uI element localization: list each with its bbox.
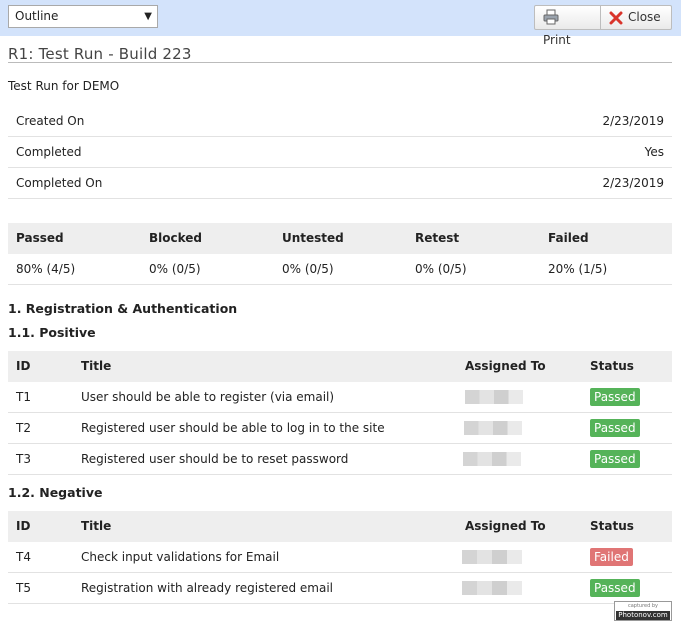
summary-values: 80% (4/5) 0% (0/5) 0% (0/5) 0% (0/5) 20%… [8,254,672,285]
page-title: R1: Test Run - Build 223 [8,45,192,63]
title-divider [8,62,672,63]
view-select-value: Outline [15,9,59,23]
run-description: Test Run for DEMO [8,79,120,93]
print-label: Print [543,33,571,47]
tests-header: ID Title Assigned To Status [8,511,672,542]
assignee-redacted [462,550,522,564]
test-title[interactable]: Registered user should be to reset passw… [81,452,348,466]
summary-value-failed: 20% (1/5) [548,262,608,276]
test-row-t2[interactable]: T2 Registered user should be able to log… [8,413,672,444]
status-badge: Passed [590,388,640,406]
col-assigned: Assigned To [465,359,546,373]
assignee-redacted [462,581,522,595]
watermark-top: captured by [627,603,659,609]
watermark: captured by Photonov.com [614,601,672,621]
group-title-negative: 1.2. Negative [8,485,103,500]
status-badge: Failed [590,548,633,566]
test-id: T2 [16,421,31,435]
toolbar: Outline ▼ Print Close [0,0,681,47]
col-assigned: Assigned To [465,519,546,533]
summary-header-blocked: Blocked [149,231,203,245]
test-title[interactable]: Registration with already registered ema… [81,581,333,595]
test-id: T5 [16,581,31,595]
summary-value-retest: 0% (0/5) [415,262,467,276]
test-row-t3[interactable]: T3 Registered user should be to reset pa… [8,444,672,475]
printer-icon [543,9,559,25]
test-id: T3 [16,452,31,466]
info-row-completed: Completed Yes [8,137,672,168]
close-button[interactable]: Close [600,5,672,30]
test-title[interactable]: User should be able to register (via ema… [81,390,334,404]
test-title[interactable]: Check input validations for Email [81,550,279,564]
assignee-redacted [465,390,523,404]
info-value: 2/23/2019 [602,114,664,128]
summary-value-passed: 80% (4/5) [16,262,76,276]
test-row-t4[interactable]: T4 Check input validations for Email Fai… [8,542,672,573]
col-id: ID [16,519,31,533]
info-label: Created On [16,114,85,128]
info-row-created-on: Created On 2/23/2019 [8,106,672,137]
status-badge: Passed [590,450,640,468]
col-status: Status [590,519,634,533]
col-status: Status [590,359,634,373]
summary-value-blocked: 0% (0/5) [149,262,201,276]
group-title-positive: 1.1. Positive [8,325,96,340]
info-label: Completed On [16,176,103,190]
view-select[interactable]: Outline ▼ [8,5,158,28]
test-row-t1[interactable]: T1 User should be able to register (via … [8,382,672,413]
close-label: Close [628,10,661,24]
test-id: T1 [16,390,31,404]
summary-header-retest: Retest [415,231,460,245]
watermark-bottom: Photonov.com [616,611,670,620]
test-row-t5[interactable]: T5 Registration with already registered … [8,573,672,604]
status-badge: Passed [590,419,640,437]
test-title[interactable]: Registered user should be able to log in… [81,421,385,435]
summary-value-untested: 0% (0/5) [282,262,334,276]
summary-header-untested: Untested [282,231,344,245]
summary-header-passed: Passed [16,231,64,245]
col-id: ID [16,359,31,373]
col-title: Title [81,359,112,373]
tests-header: ID Title Assigned To Status [8,351,672,382]
summary-header-failed: Failed [548,231,589,245]
x-icon [609,11,623,25]
info-value: Yes [644,145,664,159]
info-label: Completed [16,145,82,159]
info-row-completed-on: Completed On 2/23/2019 [8,168,672,199]
col-title: Title [81,519,112,533]
summary-header: Passed Blocked Untested Retest Failed [8,223,672,254]
section-title: 1. Registration & Authentication [8,301,238,316]
dropdown-arrow-icon: ▼ [144,11,152,22]
test-id: T4 [16,550,31,564]
status-badge: Passed [590,579,640,597]
print-button[interactable]: Print [534,5,601,47]
info-value: 2/23/2019 [602,176,664,190]
assignee-redacted [463,452,521,466]
assignee-redacted [464,421,522,435]
